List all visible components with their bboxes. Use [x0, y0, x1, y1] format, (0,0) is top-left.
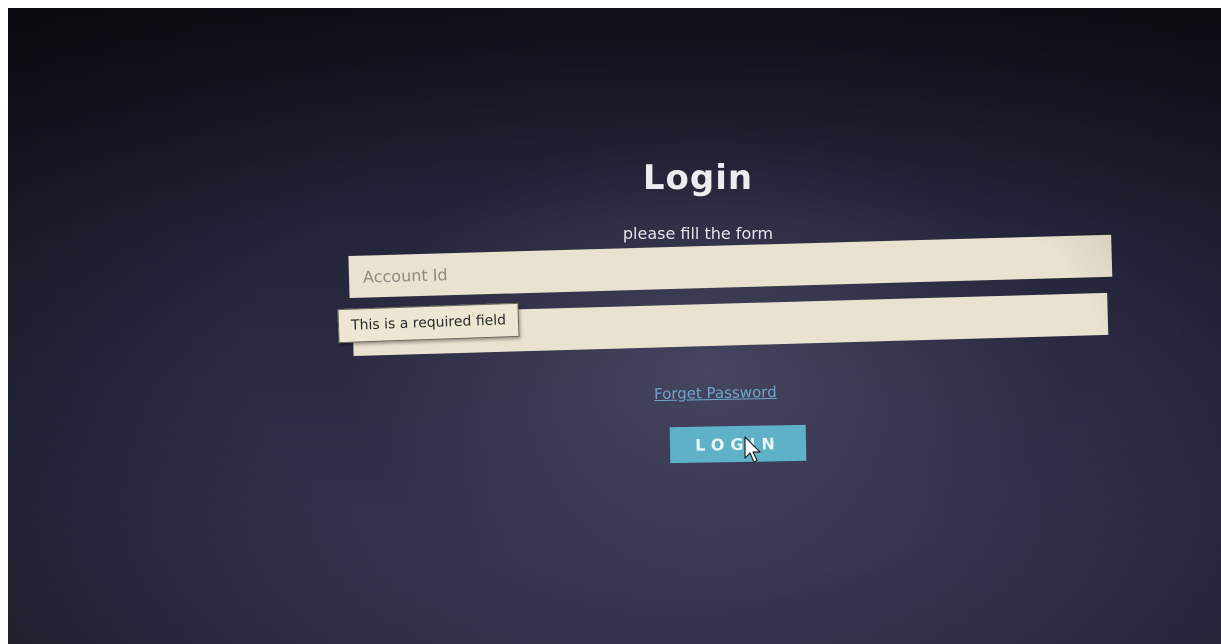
login-screen: Login please fill the form This is a req… — [8, 8, 1221, 644]
form-subtitle: please fill the form — [622, 224, 774, 243]
login-button[interactable]: LOGIN — [669, 424, 807, 464]
account-id-input[interactable] — [348, 234, 1113, 298]
required-field-tooltip: This is a required field — [337, 302, 520, 344]
forgot-password-link[interactable]: Forget Password — [654, 383, 777, 403]
mouse-cursor-icon — [744, 436, 761, 463]
page-title: Login — [642, 158, 754, 198]
